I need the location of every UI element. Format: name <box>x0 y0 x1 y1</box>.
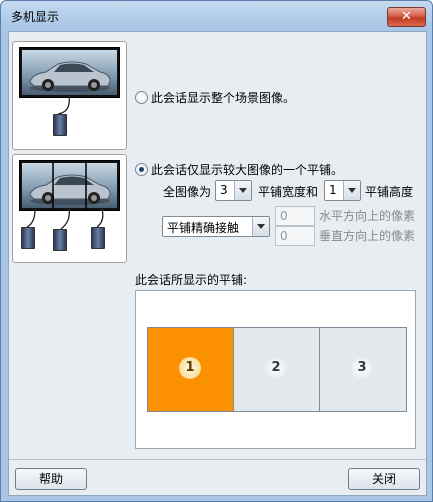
window-close-button[interactable]: ✕ <box>387 7 426 27</box>
horizontal-pixels-field: 0 <box>275 206 315 226</box>
tile-number: 2 <box>265 357 287 379</box>
tile-width-label: 平铺宽度和 <box>258 185 319 199</box>
tile-3[interactable]: 3 <box>319 327 407 412</box>
computer-icon <box>21 227 35 249</box>
tiles-heading: 此会话所显示的平铺: <box>135 273 248 287</box>
full-image-prefix-label: 全图像为 <box>163 185 212 199</box>
tile-2[interactable]: 2 <box>233 327 321 412</box>
tile-number: 3 <box>351 357 373 379</box>
window-title: 多机显示 <box>11 10 60 24</box>
tile-fit-mode-value: 平铺精确接触 <box>167 221 240 235</box>
chevron-down-icon[interactable] <box>234 181 251 200</box>
tile-selector-panel: 1 2 3 <box>135 290 416 449</box>
dialog-window: 多机显示 ✕ 此会话显示整个场景图像。 此会话仅显示较大图像的一个平铺。 全图像… <box>0 0 433 502</box>
chevron-down-icon[interactable] <box>343 181 360 200</box>
tile-rows-combo[interactable]: 1 <box>324 180 361 201</box>
horizontal-pixels-value: 0 <box>280 209 288 223</box>
horizontal-pixels-label: 水平方向上的像素 <box>319 209 416 223</box>
tile-fit-mode-combo[interactable]: 平铺精确接触 <box>162 216 270 237</box>
computer-icon <box>53 229 67 251</box>
tile-columns-value: 3 <box>220 183 228 197</box>
vertical-pixels-label: 垂直方向上的像素 <box>319 229 416 243</box>
close-icon: ✕ <box>401 9 412 24</box>
tile-rows-value: 1 <box>329 183 337 197</box>
vertical-pixels-value: 0 <box>280 229 288 243</box>
vertical-pixels-field: 0 <box>275 226 315 246</box>
dialog-content: 此会话显示整个场景图像。 此会话仅显示较大图像的一个平铺。 全图像为 3 平铺宽… <box>8 31 427 496</box>
computer-icon <box>91 227 105 249</box>
chevron-down-icon[interactable] <box>252 217 269 236</box>
tile-height-label: 平铺高度 <box>365 185 414 199</box>
full-scene-radio[interactable] <box>135 91 148 104</box>
tile-number: 1 <box>179 357 201 379</box>
tiled-scene-illustration <box>12 154 127 263</box>
tile-1[interactable]: 1 <box>147 327 235 412</box>
tile-radio[interactable] <box>135 163 148 176</box>
full-scene-illustration <box>12 41 127 150</box>
full-scene-label[interactable]: 此会话显示整个场景图像。 <box>151 89 295 106</box>
tile-label[interactable]: 此会话仅显示较大图像的一个平铺。 <box>151 161 343 178</box>
close-button[interactable]: 关闭 <box>348 468 420 490</box>
tile-columns-combo[interactable]: 3 <box>215 180 252 201</box>
help-button[interactable]: 帮助 <box>15 468 87 490</box>
title-bar[interactable]: 多机显示 ✕ <box>1 1 432 29</box>
computer-icon <box>53 114 67 136</box>
cable-icon <box>57 95 70 115</box>
footer-divider <box>9 459 426 460</box>
